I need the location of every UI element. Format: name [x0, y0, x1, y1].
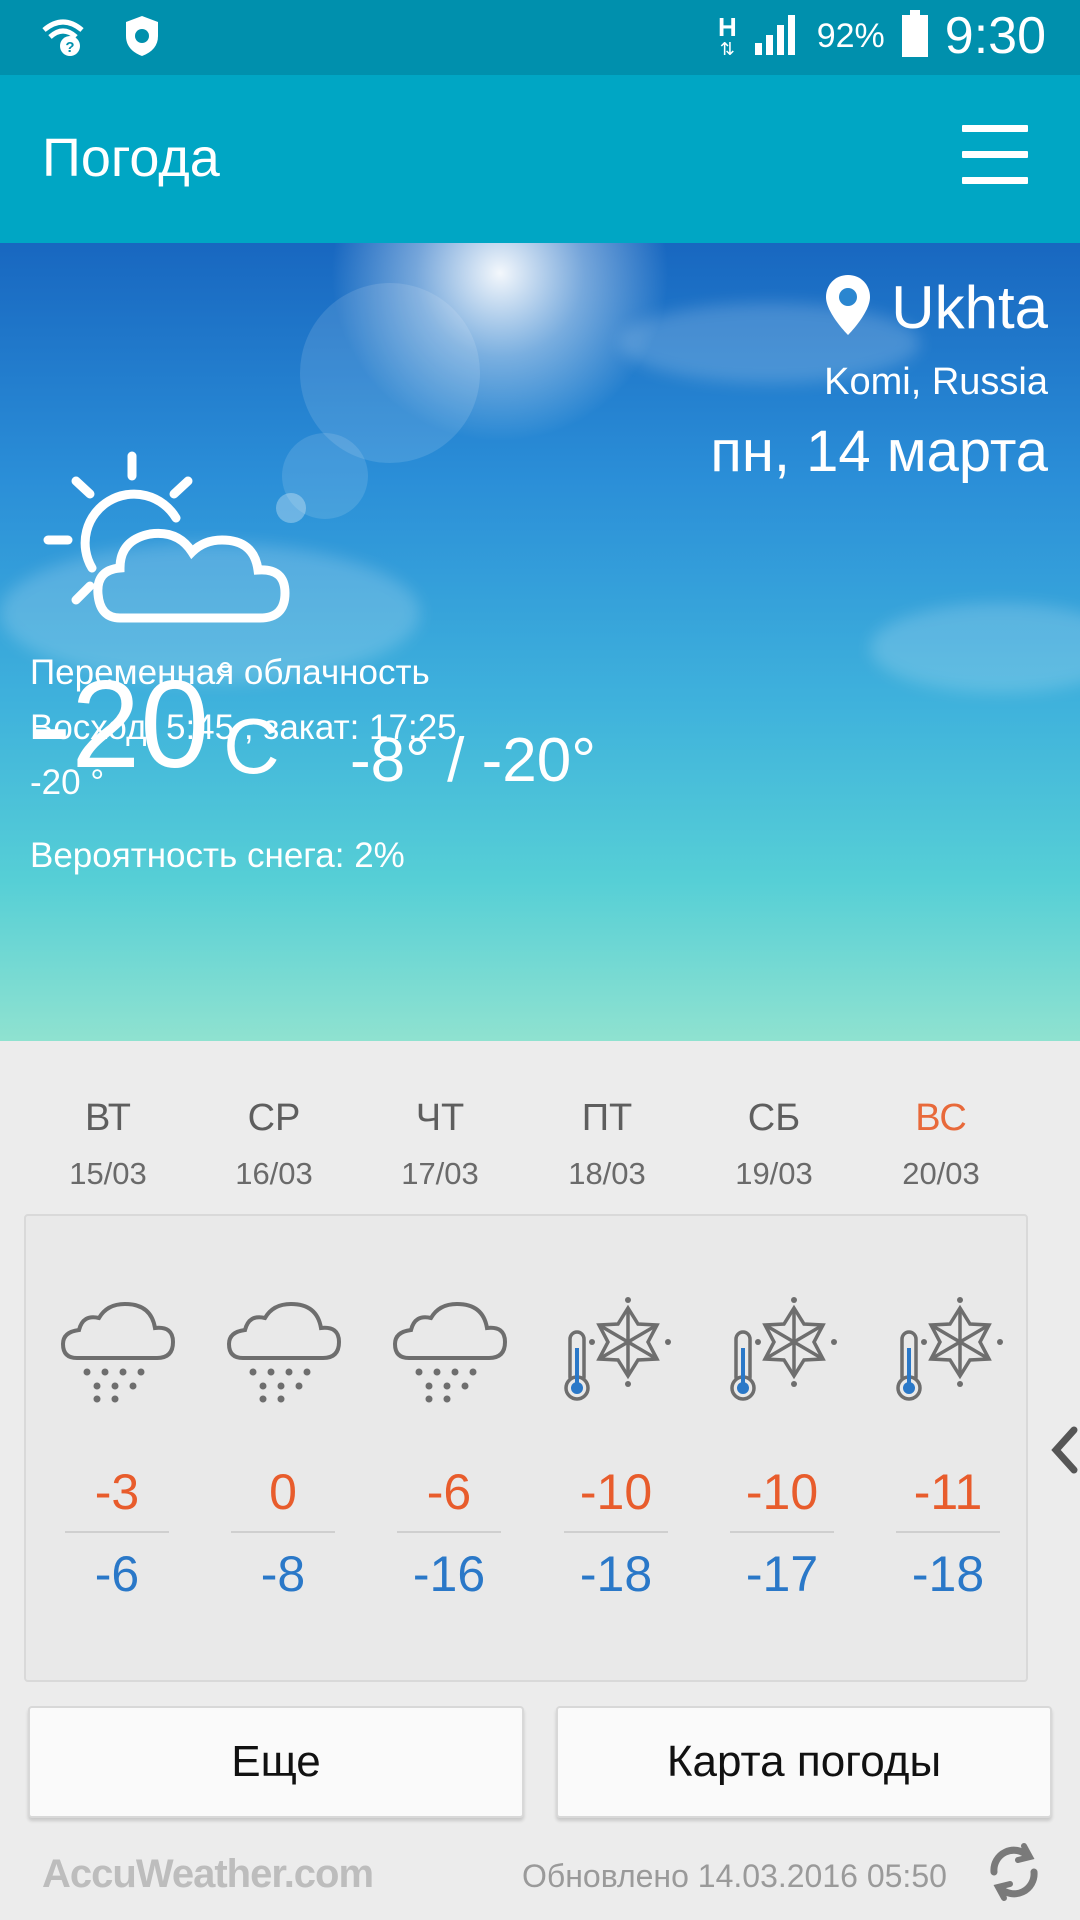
- day-name: ВС: [915, 1097, 967, 1139]
- signal-icon: [753, 11, 801, 62]
- accuweather-logo[interactable]: AccuWeather.com: [42, 1852, 374, 1897]
- current-weather-panel: Ukhta Komi, Russia пн, 14 марта -20 ° C …: [0, 243, 1080, 1041]
- data-arrows-icon: H ⇅: [717, 12, 737, 59]
- forecast-day-header[interactable]: ПТ 18/03: [527, 1097, 687, 1192]
- cloud-snow-icon: [42, 1296, 192, 1411]
- condition-description: Переменная облачность: [30, 653, 430, 692]
- low-temp: -17: [745, 1546, 819, 1602]
- temp-divider: [397, 1531, 501, 1533]
- forecast-day-header[interactable]: ВТ 15/03: [28, 1097, 188, 1192]
- refresh-icon[interactable]: [984, 1840, 1044, 1909]
- day-date: 18/03: [568, 1156, 646, 1191]
- hamburger-menu-icon[interactable]: [962, 125, 1028, 187]
- day-name: СР: [247, 1097, 301, 1139]
- low-temp: -8: [260, 1546, 306, 1602]
- day-date: 19/03: [735, 1156, 813, 1191]
- day-date: 17/03: [401, 1156, 479, 1191]
- city-name: Ukhta: [891, 274, 1048, 341]
- day-date: 16/03: [235, 1156, 313, 1191]
- day-date: 20/03: [902, 1156, 980, 1191]
- snowflake-thermometer-icon: [541, 1296, 691, 1411]
- location[interactable]: Ukhta: [823, 273, 1048, 342]
- network-type-label: H: [717, 12, 737, 42]
- temp-divider: [730, 1531, 834, 1533]
- day-date: 15/03: [69, 1156, 147, 1191]
- high-temp: -11: [913, 1464, 983, 1520]
- temp-divider: [231, 1531, 335, 1533]
- snowflake-thermometer-icon: [707, 1296, 857, 1411]
- weather-map-button[interactable]: Карта погоды: [556, 1706, 1052, 1818]
- security-icon: [122, 14, 162, 63]
- clock: 9:30: [944, 7, 1046, 65]
- low-temp: -6: [94, 1546, 140, 1602]
- wifi-question-icon: ?: [40, 16, 86, 61]
- temp-divider: [65, 1531, 169, 1533]
- battery-icon: [901, 9, 929, 63]
- day-name: ЧТ: [415, 1097, 465, 1139]
- partly-cloudy-sun-icon: [40, 448, 290, 633]
- forecast-day[interactable]: -10 -18: [541, 1296, 691, 1603]
- current-date: пн, 14 марта: [710, 419, 1048, 484]
- forecast-day-header[interactable]: ЧТ 17/03: [360, 1097, 520, 1192]
- forecast-day[interactable]: -11 -18: [873, 1296, 1023, 1603]
- day-name: ПТ: [581, 1097, 633, 1139]
- temp-divider: [896, 1531, 1000, 1533]
- forecast-day[interactable]: -6 -16: [374, 1296, 524, 1603]
- high-temp: -3: [94, 1464, 140, 1520]
- feels-like: -20 °: [30, 763, 105, 802]
- last-updated: Обновлено 14.03.2016 05:50: [522, 1858, 947, 1894]
- app-title: Погода: [42, 128, 220, 188]
- forecast-day-header[interactable]: СБ 19/03: [694, 1097, 854, 1192]
- forecast-day-header[interactable]: СР 16/03: [194, 1097, 354, 1192]
- svg-text:?: ?: [65, 39, 74, 56]
- high-temp: -10: [745, 1464, 819, 1520]
- cloud-snow-icon: [208, 1296, 358, 1411]
- status-bar: ? H ⇅ 92% 9:30: [0, 0, 1080, 75]
- chevron-left-icon[interactable]: [1046, 1420, 1080, 1480]
- forecast-card[interactable]: -3 -6 0 -8 -6 -16 -10 -18 -10 -17 -11 -1…: [24, 1214, 1028, 1682]
- high-temp: 0: [269, 1464, 297, 1520]
- cloud-wisp: [870, 603, 1080, 693]
- forecast-day[interactable]: -3 -6: [42, 1296, 192, 1603]
- low-temp: -16: [412, 1546, 486, 1602]
- temp-divider: [564, 1531, 668, 1533]
- high-temp: -6: [426, 1464, 472, 1520]
- more-button[interactable]: Еще: [28, 1706, 524, 1818]
- day-name: СБ: [747, 1097, 801, 1139]
- sun-times: Восход: 5:45 , закат: 17:25: [30, 708, 457, 747]
- region-name: Komi, Russia: [824, 361, 1048, 403]
- app-bar: Погода: [0, 75, 1080, 243]
- location-pin-icon: [823, 273, 873, 342]
- day-name: ВТ: [84, 1097, 131, 1139]
- battery-percent: 92%: [816, 16, 885, 55]
- high-temp: -10: [579, 1464, 653, 1520]
- cloud-snow-icon: [374, 1296, 524, 1411]
- forecast-day[interactable]: -10 -17: [707, 1296, 857, 1603]
- forecast-day-header[interactable]: ВС 20/03: [861, 1097, 1021, 1192]
- low-temp: -18: [579, 1546, 653, 1602]
- snow-chance: Вероятность снега: 2%: [30, 836, 405, 875]
- low-temp: -18: [911, 1546, 985, 1602]
- forecast-day[interactable]: 0 -8: [208, 1296, 358, 1603]
- snowflake-thermometer-icon: [873, 1296, 1023, 1411]
- footer: AccuWeather.com Обновлено 14.03.2016 05:…: [0, 1830, 1080, 1920]
